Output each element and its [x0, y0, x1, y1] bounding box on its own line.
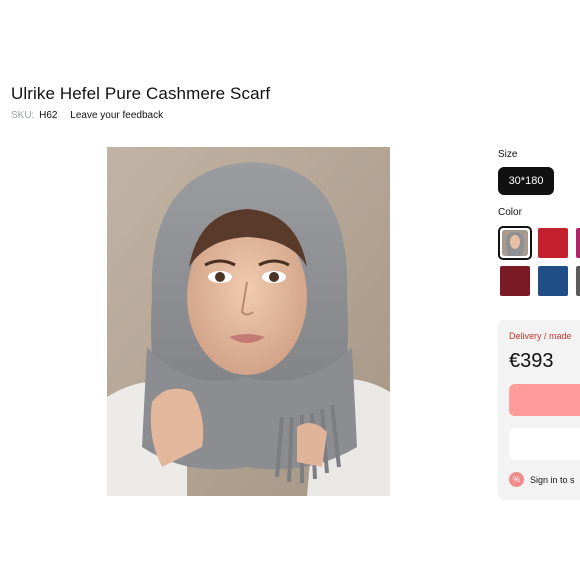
leave-feedback-link[interactable]: Leave your feedback	[70, 110, 163, 121]
page-title: Ulrike Hefel Pure Cashmere Scarf	[11, 84, 271, 103]
color-swatch-grey[interactable]	[498, 226, 532, 260]
price: €393	[509, 350, 554, 372]
add-to-cart-button[interactable]	[509, 384, 580, 416]
secondary-action-button[interactable]	[509, 428, 580, 460]
color-swatch-blue[interactable]	[538, 266, 568, 296]
color-swatch-red[interactable]	[538, 228, 568, 258]
product-meta: SKU: H62 Leave your feedback	[11, 110, 163, 121]
signin-discount-row[interactable]: % Sign in to s	[509, 472, 575, 487]
color-swatch-burgundy[interactable]	[500, 266, 530, 296]
color-swatch-magenta[interactable]	[576, 228, 580, 258]
color-label: Color	[498, 207, 522, 218]
grey-scarf-thumbnail-icon	[502, 230, 528, 256]
size-label: Size	[498, 149, 518, 160]
signin-link[interactable]: Sign in to s	[530, 475, 575, 485]
color-swatch-thumbnail	[502, 230, 528, 256]
sku-value: H62	[39, 110, 58, 121]
product-image[interactable]	[107, 147, 390, 496]
color-swatch-charcoal[interactable]	[576, 266, 580, 296]
delivery-info: Delivery / made	[509, 331, 572, 341]
sku-label: SKU:	[11, 110, 35, 121]
product-photo-illustration	[107, 147, 390, 496]
purchase-panel: Delivery / made €393 % Sign in to s	[498, 320, 580, 500]
size-option-30x180[interactable]: 30*180	[498, 167, 554, 195]
percent-icon: %	[509, 472, 524, 487]
